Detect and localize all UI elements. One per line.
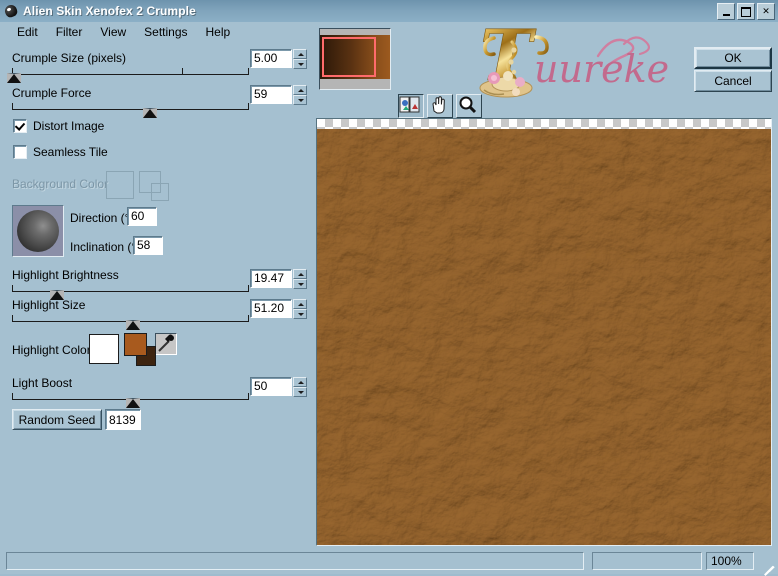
highlight-color-secondary-swatch[interactable] [124,333,147,356]
light-direction-sphere[interactable] [12,205,64,257]
window-buttons: ✕ [717,3,775,20]
image-preview[interactable] [316,118,772,546]
light-boost-stepper[interactable] [293,377,307,397]
direction-input[interactable]: 60 [127,207,157,226]
background-color-tertiary-swatch [151,183,169,201]
checkbox-box [13,145,27,159]
highlight-brightness-slider[interactable] [12,285,249,300]
window-title: Alien Skin Xenofex 2 Crumple [23,4,196,18]
highlight-size-slider[interactable] [12,315,249,330]
ok-button[interactable]: OK [694,47,772,69]
magnifier-icon[interactable] [456,94,482,118]
light-boost-input[interactable]: 50 [250,377,292,396]
highlight-brightness-input[interactable]: 19.47 [250,269,292,288]
zoom-level: 100% [706,552,754,570]
maximize-button[interactable] [737,3,755,20]
title-bar: Alien Skin Xenofex 2 Crumple ✕ [0,0,778,22]
light-boost-label: Light Boost [12,376,73,390]
close-icon[interactable]: ✕ [757,3,775,20]
background-color-label: Background Color [12,177,109,191]
crumple-size-stepper[interactable] [293,49,307,69]
crumple-force-slider[interactable] [12,103,249,118]
seamless-tile-checkbox[interactable]: Seamless Tile [13,145,108,159]
random-seed-input[interactable]: 8139 [105,409,141,430]
cancel-button[interactable]: Cancel [694,70,772,92]
crumple-size-label: Crumple Size (pixels) [12,51,127,65]
highlight-brightness-label: Highlight Brightness [12,268,119,282]
random-seed-button[interactable]: Random Seed [12,409,102,430]
highlight-color-primary-swatch[interactable] [89,334,119,364]
menu-item-edit[interactable]: Edit [8,24,47,40]
status-spacer [592,552,702,570]
menu-item-filter[interactable]: Filter [47,24,92,40]
distort-image-label: Distort Image [33,119,105,133]
navigator-thumbnail[interactable] [319,28,391,90]
status-bar: 100% [0,548,778,576]
crumpled-texture [317,128,771,545]
highlight-size-label: Highlight Size [12,298,86,312]
highlight-size-input[interactable]: 51.20 [250,299,292,318]
crumple-force-stepper[interactable] [293,85,307,105]
crumple-size-slider[interactable] [7,68,249,83]
hand-icon[interactable] [427,94,453,118]
direction-label: Direction (°) [70,211,134,225]
menu-item-settings[interactable]: Settings [135,24,196,40]
controls-panel: Crumple Size (pixels) 5.00 Crumple Force… [0,43,312,543]
crumple-force-input[interactable]: 59 [250,85,292,104]
minimize-button[interactable] [717,3,735,20]
light-boost-slider[interactable] [12,393,249,408]
crumple-force-label: Crumple Force [12,86,92,100]
highlight-size-stepper[interactable] [293,299,307,319]
compare-icon[interactable] [398,94,424,118]
highlight-color-label: Highlight Color [12,343,91,357]
distort-image-checkbox[interactable]: Distort Image [13,119,104,133]
inclination-input[interactable]: 58 [133,236,163,255]
resize-grip[interactable] [762,558,776,576]
checkbox-box [13,119,27,133]
alien-head-icon [3,3,19,19]
menu-item-help[interactable]: Help [197,24,240,40]
inclination-label: Inclination (°) [70,240,141,254]
navigator-selection-rect[interactable] [322,37,376,77]
menu-item-view[interactable]: View [91,24,135,40]
seamless-tile-label: Seamless Tile [33,145,108,159]
eyedropper-icon[interactable] [155,333,177,355]
status-message [6,552,584,570]
background-color-primary-swatch [106,171,134,199]
xenofex-dialog: Alien Skin Xenofex 2 Crumple ✕ Edit Filt… [0,0,778,576]
highlight-brightness-stepper[interactable] [293,269,307,289]
svg-text:uureke: uureke [534,47,669,91]
crumple-size-input[interactable]: 5.00 [250,49,292,68]
